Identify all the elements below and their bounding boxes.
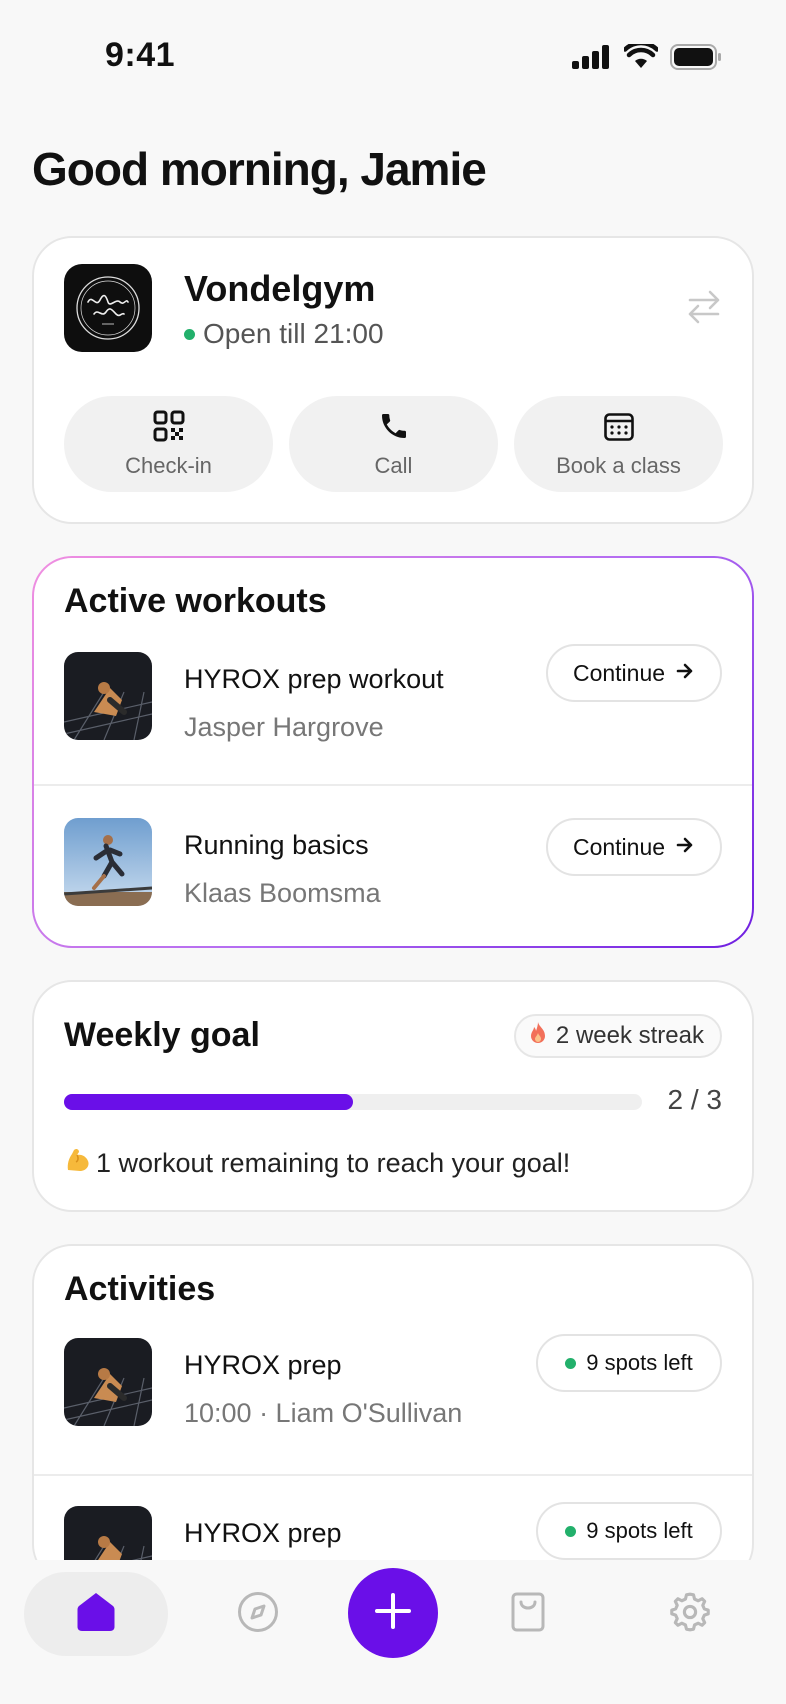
tab-bar [0,1560,786,1704]
workout-row[interactable]: Running basics Klaas Boomsma Continue [34,784,752,946]
activity-title: HYROX prep [184,1518,342,1548]
active-workouts-card: Active workouts HYROX prep workout Jaspe… [32,556,754,948]
tab-add[interactable] [348,1568,438,1658]
battery-icon [670,44,722,75]
shop-icon [510,1592,546,1637]
goal-progress-bar [64,1094,642,1110]
continue-label: Continue [572,833,666,860]
spots-left-badge[interactable]: 9 spots left [536,1502,722,1560]
gym-logo [64,264,152,352]
gym-card: Vondelgym Open till 21:00 Check-in Call [32,236,754,524]
weekly-goal-card: Weekly goal 2 week streak 2 / 3 1 workou… [32,980,754,1212]
open-status-dot [184,328,195,340]
spots-left-text: 9 spots left [586,1518,693,1543]
workout-coach: Jasper Hargrove [184,712,384,742]
workout-thumbnail [64,818,152,906]
continue-button[interactable]: Continue [546,818,722,876]
activities-card: Activities HYROX prep 10:00 · Liam O'Sul… [32,1244,754,1584]
status-icons [572,40,722,75]
gym-open-status: Open till 21:00 [184,318,384,350]
flexed-bicep-icon [64,1146,92,1181]
check-in-label: Check-in [125,452,212,478]
calendar-icon [603,410,635,447]
home-icon [77,1592,115,1637]
spots-left-badge[interactable]: 9 spots left [536,1334,722,1392]
gym-name: Vondelgym [184,268,376,309]
goal-note-text: 1 workout remaining to reach your goal! [96,1148,571,1178]
availability-dot [565,1357,577,1369]
gym-status-text: Open till 21:00 [203,318,384,349]
book-class-button[interactable]: Book a class [514,396,723,492]
signal-icon [572,45,612,74]
tab-shop[interactable] [488,1572,568,1656]
continue-button[interactable]: Continue [546,644,722,702]
workout-thumbnail [64,652,152,740]
add-icon [374,1592,412,1635]
workout-title: Running basics [184,830,369,860]
availability-dot [565,1525,577,1537]
goal-progress-fill [64,1094,353,1110]
call-button[interactable]: Call [289,396,498,492]
switch-gym-icon[interactable] [686,288,722,329]
goal-progress-count: 2 / 3 [667,1084,722,1115]
streak-text: 2 week streak [555,1022,704,1049]
spots-left-text: 9 spots left [586,1350,693,1375]
activity-row[interactable]: HYROX prep 10:00 · Liam O'Sullivan 9 spo… [34,1312,752,1474]
book-class-label: Book a class [556,452,681,478]
arrow-right-icon [675,834,695,861]
streak-badge: 2 week streak [513,1014,722,1058]
qr-code-icon [153,410,185,447]
settings-icon [669,1591,711,1638]
flame-icon [528,1021,548,1052]
activity-thumbnail [64,1338,152,1426]
phone-icon [378,410,410,447]
tab-home[interactable] [24,1572,168,1656]
wifi-icon [622,40,660,75]
gym-actions: Check-in Call Book a class [64,396,723,492]
tab-explore[interactable] [218,1572,298,1656]
status-time: 9:41 [105,36,176,74]
explore-icon [237,1591,279,1638]
active-workouts-title: Active workouts [64,582,327,620]
activities-title: Activities [64,1270,216,1308]
greeting-title: Good morning, Jamie [32,143,487,195]
activity-title: HYROX prep [184,1350,342,1380]
call-label: Call [374,452,413,478]
workout-title: HYROX prep workout [184,664,444,694]
continue-label: Continue [572,659,666,686]
workout-coach: Klaas Boomsma [184,878,381,908]
goal-note: 1 workout remaining to reach your goal! [64,1146,570,1181]
check-in-button[interactable]: Check-in [64,396,273,492]
tab-settings[interactable] [650,1572,730,1656]
arrow-right-icon [675,660,695,687]
activity-meta: 10:00 · Liam O'Sullivan [184,1398,463,1428]
workout-row[interactable]: HYROX prep workout Jasper Hargrove Conti… [34,624,752,786]
status-bar: 9:41 [0,0,786,118]
weekly-goal-title: Weekly goal [64,1016,260,1054]
